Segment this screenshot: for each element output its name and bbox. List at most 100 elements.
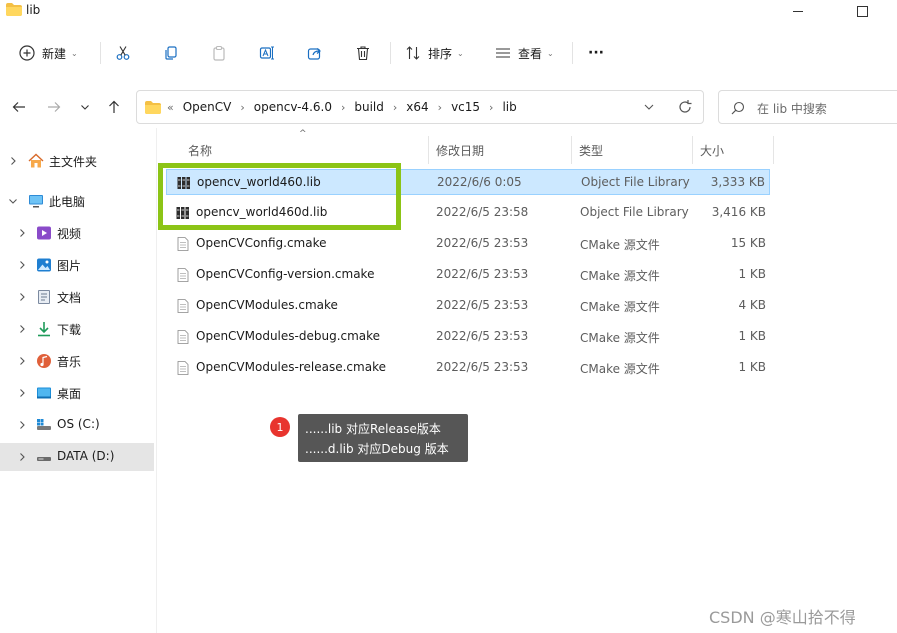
chevron-right-icon[interactable]	[8, 156, 18, 166]
column-resize-handle[interactable]	[571, 136, 572, 164]
sidebar-item-data-d[interactable]: DATA (D:)	[0, 443, 154, 471]
share-button[interactable]	[306, 34, 324, 72]
more-options-button[interactable]: ···	[588, 34, 604, 72]
delete-button[interactable]	[354, 34, 372, 72]
column-header-type[interactable]: 类型	[579, 142, 603, 159]
sidebar-item-label: 音乐	[57, 355, 82, 369]
folder-icon	[6, 3, 22, 16]
scissors-icon	[114, 44, 132, 62]
breadcrumb-item[interactable]: vc15	[451, 100, 480, 114]
column-header-name[interactable]: 名称	[188, 142, 212, 159]
text-file-icon	[177, 268, 189, 282]
chevron-right-icon[interactable]	[17, 324, 27, 334]
search-input[interactable]: 在 lib 中搜索	[718, 90, 897, 124]
pane-divider	[156, 128, 157, 633]
text-file-icon	[177, 237, 189, 251]
chevron-right-icon[interactable]	[17, 292, 27, 302]
file-size: 15 KB	[730, 236, 766, 250]
navigation-pane: 主文件夹 此电脑 视频 图片 文档 下载 音乐 桌面 OS (C:) DATA …	[0, 140, 156, 633]
sidebar-item-desktop[interactable]: 桌面	[0, 379, 154, 407]
file-row[interactable]: OpenCVConfig.cmake 2022/6/5 23:53 CMake …	[166, 231, 770, 257]
sidebar-item-documents[interactable]: 文档	[0, 283, 154, 311]
chevron-down-icon	[81, 105, 89, 110]
chevron-right-icon[interactable]	[17, 452, 27, 462]
breadcrumb-separator-icon: ›	[392, 100, 398, 114]
window-title: lib	[26, 3, 41, 17]
new-button[interactable]: 新建 ⌄	[18, 34, 78, 72]
file-type: CMake 源文件	[580, 269, 660, 283]
sidebar-item-this-pc[interactable]: 此电脑	[0, 187, 154, 215]
breadcrumb-item[interactable]: OpenCV	[183, 100, 232, 114]
sidebar-item-label: 主文件夹	[49, 155, 98, 169]
chevron-down-icon: ⌄	[547, 48, 554, 58]
trash-icon	[354, 44, 372, 62]
paste-button[interactable]	[210, 34, 228, 72]
file-row[interactable]: OpenCVModules.cmake 2022/6/5 23:53 CMake…	[166, 293, 770, 319]
address-bar[interactable]: « OpenCV › opencv-4.6.0 › build › x64 › …	[136, 90, 704, 124]
cut-button[interactable]	[114, 34, 132, 72]
title-bar: lib	[0, 0, 897, 24]
file-row[interactable]: OpenCVConfig-version.cmake 2022/6/5 23:5…	[166, 262, 770, 288]
file-name: opencv_world460d.lib	[196, 205, 328, 219]
sidebar-item-music[interactable]: 音乐	[0, 347, 154, 375]
file-size: 1 KB	[738, 267, 766, 281]
sidebar-item-label: 下载	[57, 323, 82, 337]
file-row[interactable]: opencv_world460.lib 2022/6/6 0:05 Object…	[166, 169, 770, 195]
sidebar-item-home[interactable]: 主文件夹	[0, 147, 154, 175]
chevron-down-icon: ⌄	[457, 48, 464, 58]
chevron-down-icon[interactable]	[8, 196, 18, 206]
file-row[interactable]: OpenCVModules-debug.cmake 2022/6/5 23:53…	[166, 324, 770, 350]
chevron-right-icon[interactable]	[17, 420, 27, 430]
file-row[interactable]: OpenCVModules-release.cmake 2022/6/5 23:…	[166, 355, 770, 381]
share-icon	[306, 44, 324, 62]
sidebar-item-label: 桌面	[57, 387, 82, 401]
file-date: 2022/6/5 23:53	[436, 360, 529, 374]
file-size: 1 KB	[738, 329, 766, 343]
document-icon	[38, 290, 50, 304]
chevron-right-icon[interactable]	[17, 356, 27, 366]
drive-icon	[37, 419, 51, 430]
breadcrumb-item[interactable]: opencv-4.6.0	[254, 100, 332, 114]
sidebar-item-pictures[interactable]: 图片	[0, 251, 154, 279]
file-row[interactable]: opencv_world460d.lib 2022/6/5 23:58 Obje…	[166, 200, 770, 226]
column-header-date[interactable]: 修改日期	[436, 142, 484, 159]
back-button[interactable]	[8, 96, 30, 118]
file-date: 2022/6/5 23:53	[436, 329, 529, 343]
column-header-row: ^ 名称 修改日期 类型 大小	[157, 129, 777, 166]
folder-icon	[145, 100, 161, 114]
sidebar-item-label: OS (C:)	[57, 417, 100, 431]
file-name: OpenCVModules.cmake	[196, 298, 338, 312]
breadcrumb-item[interactable]: lib	[502, 100, 516, 114]
minimize-button[interactable]	[788, 2, 808, 20]
forward-button[interactable]	[43, 96, 65, 118]
file-date: 2022/6/5 23:53	[436, 298, 529, 312]
view-button[interactable]: 查看 ⌄	[494, 34, 554, 72]
rename-button[interactable]	[258, 34, 276, 72]
copy-button[interactable]	[162, 34, 180, 72]
overflow-chevron-icon[interactable]: «	[167, 101, 174, 114]
column-resize-handle[interactable]	[428, 136, 429, 164]
view-label: 查看	[518, 46, 543, 61]
sidebar-item-os-c[interactable]: OS (C:)	[0, 411, 154, 439]
column-header-size[interactable]: 大小	[700, 142, 724, 159]
refresh-icon[interactable]	[677, 99, 693, 115]
up-button[interactable]	[103, 96, 125, 118]
file-type: CMake 源文件	[580, 362, 660, 376]
sidebar-item-videos[interactable]: 视频	[0, 219, 154, 247]
clipboard-icon	[210, 44, 228, 62]
breadcrumb-item[interactable]: build	[354, 100, 384, 114]
file-size: 1 KB	[738, 360, 766, 374]
chevron-right-icon[interactable]	[17, 388, 27, 398]
library-file-icon	[176, 207, 189, 219]
column-resize-handle[interactable]	[692, 136, 693, 164]
sort-button[interactable]: 排序 ⌄	[404, 34, 464, 72]
chevron-right-icon[interactable]	[17, 228, 27, 238]
maximize-button[interactable]	[852, 2, 872, 20]
chevron-right-icon[interactable]	[17, 260, 27, 270]
column-resize-handle[interactable]	[773, 136, 774, 164]
recent-locations-button[interactable]	[74, 96, 96, 118]
file-name: OpenCVConfig.cmake	[196, 236, 327, 250]
sidebar-item-downloads[interactable]: 下载	[0, 315, 154, 343]
breadcrumb-item[interactable]: x64	[406, 100, 428, 114]
address-history-chevron-icon[interactable]	[642, 100, 656, 114]
